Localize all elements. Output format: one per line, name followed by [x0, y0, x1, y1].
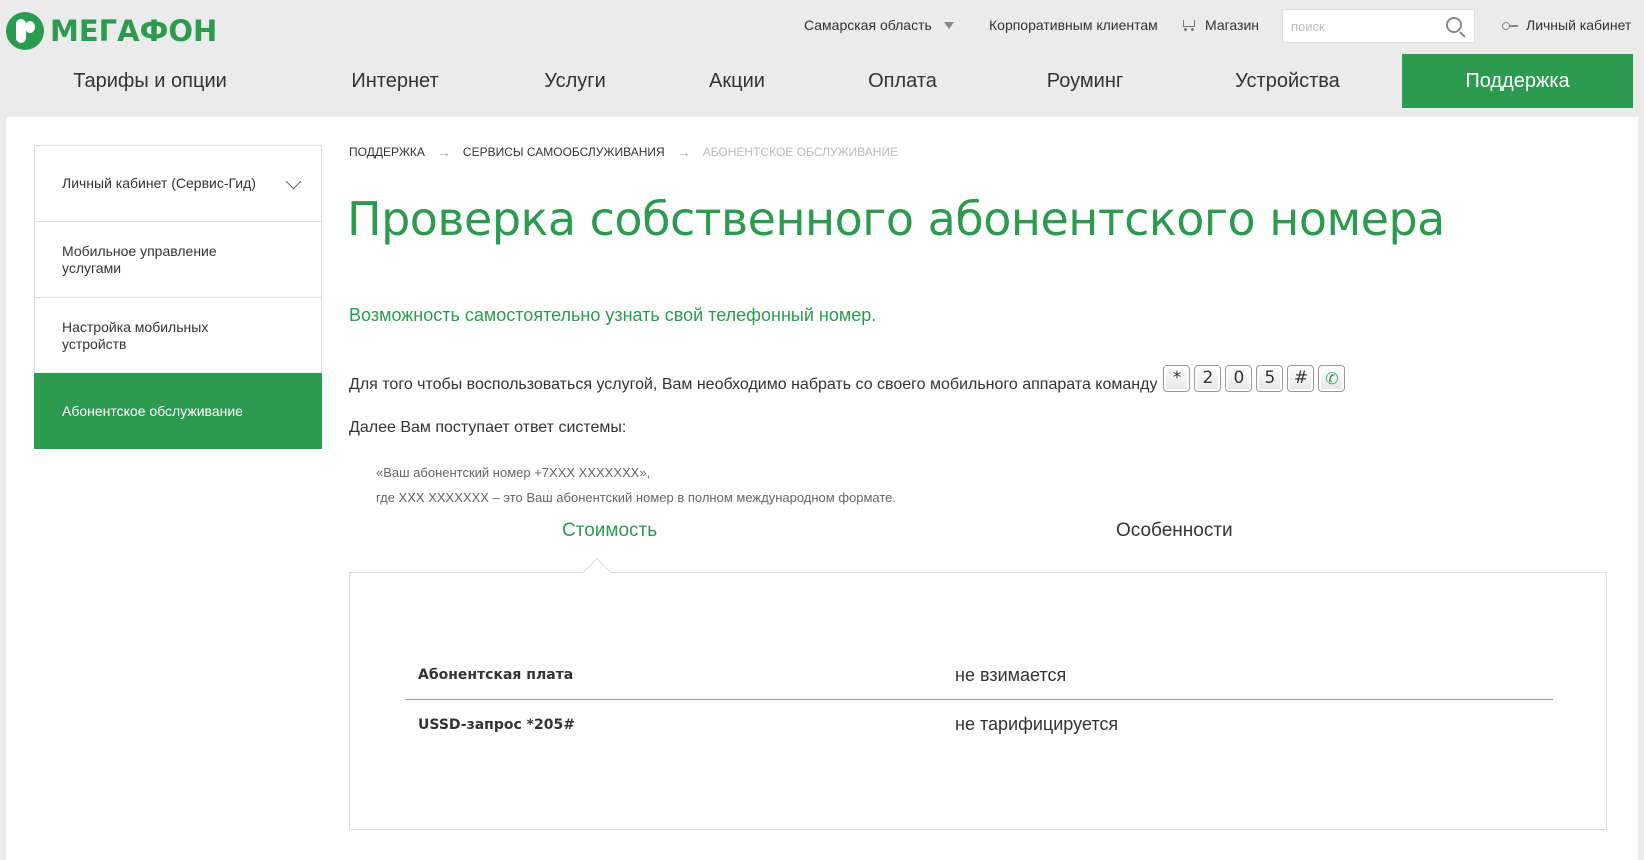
breadcrumb-link-support[interactable]: Поддержка	[349, 145, 425, 159]
table-row: Абонентская плата не взимается	[405, 651, 1553, 700]
search-input[interactable]	[1283, 10, 1443, 42]
tab-panel-cost: Абонентская плата не взимается USSD-запр…	[349, 557, 1607, 830]
sidebar-item-label: Абонентское обслуживание	[62, 402, 243, 419]
logo-text: МЕГАФОН	[50, 14, 218, 48]
search-icon[interactable]	[1446, 17, 1462, 33]
pricing-value: не взимается	[955, 664, 1067, 685]
breadcrumb-current: Абонентское обслуживание	[702, 145, 899, 159]
page-subtitle: Возможность самостоятельно узнать свой т…	[349, 305, 877, 325]
nav-item-roaming[interactable]: Роуминг	[1005, 54, 1165, 108]
pricing-table: Абонентская плата не взимается USSD-запр…	[405, 651, 1553, 749]
sidebar-item-device-settings[interactable]: Настройка мобильных устройств	[34, 297, 322, 373]
page-title: Проверка собственного абонентского номер…	[347, 192, 1445, 246]
corporate-link[interactable]: Корпоративным клиентам	[989, 17, 1158, 33]
sidebar-item-subscriber-service[interactable]: Абонентское обслуживание	[34, 373, 322, 449]
chevron-down-icon	[285, 173, 302, 190]
megafon-logo-icon	[6, 12, 44, 50]
key-5: 5	[1256, 365, 1284, 392]
table-row: USSD-запрос *205# не тарифицируется	[405, 700, 1553, 749]
search-box	[1282, 9, 1475, 43]
nav-item-support[interactable]: Поддержка	[1402, 54, 1633, 108]
key-icon	[1502, 21, 1518, 30]
sidebar-item-label: Мобильное управление услугами	[62, 242, 217, 276]
system-reply: «Ваш абонентский номер +7XXX XXXXXXX», г…	[376, 460, 896, 510]
key-0: 0	[1225, 365, 1253, 392]
nav-item-devices[interactable]: Устройства	[1205, 54, 1370, 108]
tab-features[interactable]: Особенности	[1116, 520, 1233, 542]
breadcrumb: Поддержка → Сервисы самообслуживания → А…	[349, 144, 898, 160]
reply-line: где XXX XXXXXXX – это Ваш абонентский но…	[376, 490, 897, 505]
reply-line: «Ваш абонентский номер +7XXX XXXXXXX»,	[376, 465, 651, 480]
region-label: Самарская область	[804, 17, 932, 33]
nav-item-promotions[interactable]: Акции	[672, 54, 802, 108]
region-selector[interactable]: Самарская область	[804, 17, 954, 33]
key-hash: #	[1287, 365, 1315, 392]
chevron-down-icon	[943, 21, 954, 29]
pricing-label: Абонентская плата	[418, 667, 574, 683]
cart-icon	[1181, 19, 1197, 31]
tab-pointer	[582, 557, 612, 587]
cabinet-label: Личный кабинет	[1526, 17, 1632, 33]
tab-cost[interactable]: Стоимость	[562, 520, 657, 542]
nav-item-tariffs[interactable]: Тарифы и опции	[35, 54, 265, 108]
pricing-value: не тарифицируется	[955, 714, 1119, 734]
pricing-label: USSD-запрос *205#	[418, 716, 575, 733]
key-star: *	[1163, 365, 1191, 392]
instruction-text: Для того чтобы воспользоваться услугой, …	[349, 365, 1349, 394]
breadcrumb-separator: →	[676, 144, 691, 160]
nav-item-payment[interactable]: Оплата	[830, 54, 975, 108]
corporate-label: Корпоративным клиентам	[989, 17, 1158, 33]
breadcrumb-link-self-service[interactable]: Сервисы самообслуживания	[463, 145, 665, 159]
key-2: 2	[1194, 365, 1222, 392]
sidebar-item-label: Личный кабинет (Сервис-Гид)	[62, 175, 256, 191]
phone-call-icon: ✆	[1318, 365, 1346, 392]
shop-link[interactable]: Магазин	[1181, 17, 1259, 33]
sidebar-item-personal-cabinet[interactable]: Личный кабинет (Сервис-Гид)	[34, 145, 322, 221]
sidebar: Личный кабинет (Сервис-Гид) Мобильное уп…	[34, 145, 322, 449]
personal-cabinet-link[interactable]: Личный кабинет	[1502, 17, 1631, 33]
breadcrumb-separator: →	[436, 144, 451, 160]
followup-text: Далее Вам поступает ответ системы:	[349, 419, 627, 436]
instruction-label: Для того чтобы воспользоваться услугой, …	[349, 376, 1158, 393]
ussd-command-keys: * 2 0 5 # ✆	[1163, 365, 1349, 392]
sidebar-item-mobile-management[interactable]: Мобильное управление услугами	[34, 221, 322, 297]
nav-item-internet[interactable]: Интернет	[300, 54, 490, 108]
main-nav: Тарифы и опции Интернет Услуги Акции Опл…	[0, 54, 1644, 110]
nav-item-services[interactable]: Услуги	[500, 54, 650, 108]
sidebar-item-label: Настройка мобильных устройств	[62, 318, 209, 352]
top-bar: МЕГАФОН Самарская область Корпоративным …	[0, 0, 1644, 52]
shop-label: Магазин	[1205, 17, 1260, 33]
content-panel: Личный кабинет (Сервис-Гид) Мобильное уп…	[6, 117, 1638, 860]
megafon-logo[interactable]: МЕГАФОН	[6, 12, 217, 50]
